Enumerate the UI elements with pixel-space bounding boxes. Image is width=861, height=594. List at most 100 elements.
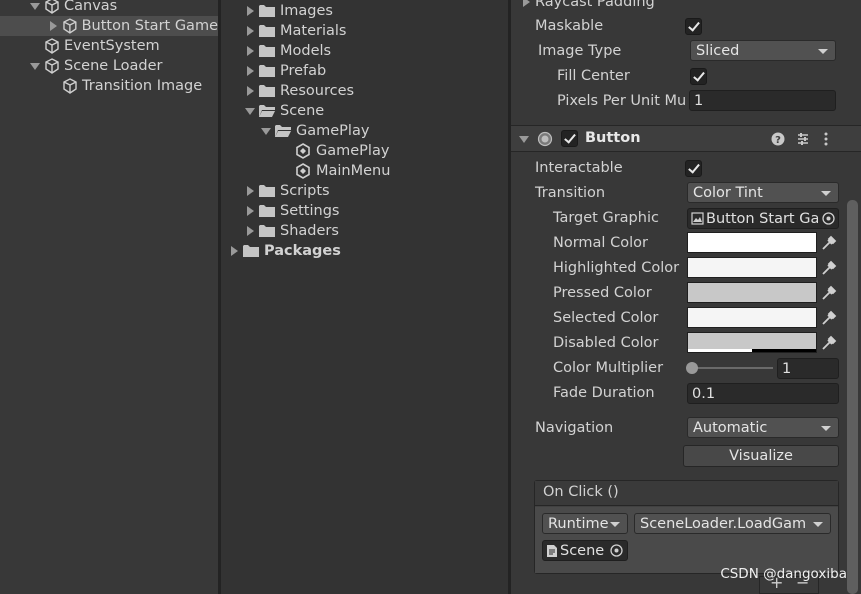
- ppu-multiplier-field[interactable]: 1: [689, 90, 836, 111]
- runtime-dropdown[interactable]: Runtime: [542, 513, 628, 534]
- disabled-color-swatch[interactable]: [687, 332, 817, 353]
- fade-duration-value: 0.1: [692, 385, 716, 402]
- project-item-label: Packages: [264, 243, 341, 259]
- expand-arrow-icon[interactable]: [245, 46, 255, 56]
- expand-arrow-icon[interactable]: [245, 6, 255, 16]
- maskable-checkbox[interactable]: [685, 18, 702, 35]
- folder-icon: [259, 205, 275, 217]
- folder-icon: [259, 65, 275, 77]
- project-folder-models[interactable]: Models: [245, 41, 331, 61]
- unity-scene-icon: [296, 163, 310, 179]
- gameobject-cube-icon: [45, 0, 59, 14]
- foldout-arrow-icon[interactable]: [521, 0, 531, 7]
- eyedropper-icon[interactable]: [819, 258, 839, 278]
- interactable-checkbox[interactable]: [685, 160, 702, 177]
- help-icon[interactable]: ?: [771, 132, 785, 146]
- target-graphic-field[interactable]: Button Start Ga: [687, 208, 839, 229]
- project-scene-gameplay[interactable]: GamePlay: [295, 141, 389, 161]
- hierarchy-item-scene-loader[interactable]: Scene Loader: [0, 56, 218, 76]
- maskable-label: Maskable: [535, 18, 604, 34]
- folder-icon: [259, 5, 275, 17]
- hierarchy-item-label: Button Start Game: [81, 18, 218, 34]
- ppu-multiplier-value: 1: [694, 92, 704, 109]
- inspector-panel: Raycast Padding Maskable Image Type Slic…: [511, 0, 861, 594]
- button-component-header[interactable]: Button ?: [511, 125, 861, 152]
- project-item-label: Scene: [280, 103, 325, 119]
- fill-center-checkbox[interactable]: [690, 68, 707, 85]
- project-folder-images[interactable]: Images: [245, 1, 333, 21]
- project-item-label: Settings: [280, 203, 340, 219]
- expand-arrow-icon[interactable]: [245, 186, 255, 196]
- folder-icon: [259, 25, 275, 37]
- eyedropper-icon[interactable]: [819, 233, 839, 253]
- folder-icon: [259, 225, 275, 237]
- more-options-icon[interactable]: [823, 132, 829, 146]
- pressed-color-swatch[interactable]: [687, 282, 817, 303]
- pressed-color-label: Pressed Color: [553, 285, 652, 301]
- selected-color-swatch[interactable]: [687, 307, 817, 328]
- eyedropper-icon[interactable]: [819, 283, 839, 303]
- expand-arrow-icon[interactable]: [245, 86, 255, 96]
- expand-arrow-icon[interactable]: [261, 126, 271, 136]
- watermark-text: CSDN @dangoxiba: [720, 566, 847, 582]
- expand-arrow-icon[interactable]: [245, 206, 255, 216]
- onclick-listener-row: Runtime SceneLoader.LoadGam Scene: [535, 507, 838, 573]
- folder-icon: [259, 85, 275, 97]
- project-folder-scripts[interactable]: Scripts: [245, 181, 330, 201]
- project-folder-gameplay[interactable]: GamePlay: [261, 121, 369, 141]
- transition-dropdown[interactable]: Color Tint: [687, 182, 839, 203]
- navigation-dropdown[interactable]: Automatic: [687, 417, 839, 438]
- hierarchy-item-label: Scene Loader: [64, 58, 163, 74]
- fade-duration-field[interactable]: 0.1: [687, 383, 839, 404]
- color-multiplier-slider-track[interactable]: [691, 367, 773, 369]
- button-enabled-checkbox[interactable]: [561, 130, 578, 147]
- expand-arrow-icon[interactable]: [48, 21, 58, 31]
- folder-icon: [259, 185, 275, 197]
- project-folder-materials[interactable]: Materials: [245, 21, 346, 41]
- project-folder-prefab[interactable]: Prefab: [245, 61, 326, 81]
- expand-arrow-icon[interactable]: [245, 66, 255, 76]
- eyedropper-icon[interactable]: [819, 308, 839, 328]
- raycast-padding-label[interactable]: Raycast Padding: [535, 0, 655, 10]
- expand-arrow-icon[interactable]: [30, 1, 40, 11]
- highlighted-color-swatch[interactable]: [687, 257, 817, 278]
- hierarchy-item-transition-image[interactable]: Transition Image: [0, 76, 218, 96]
- image-type-dropdown[interactable]: Sliced: [690, 40, 836, 61]
- project-folder-packages[interactable]: Packages: [229, 241, 341, 261]
- color-multiplier-slider-thumb[interactable]: [686, 362, 698, 374]
- expand-arrow-icon[interactable]: [245, 226, 255, 236]
- hierarchy-item-button-start-game[interactable]: Button Start Game: [0, 16, 218, 36]
- target-object-value: Scene: [560, 542, 604, 559]
- expand-arrow-icon[interactable]: [245, 26, 255, 36]
- foldout-arrow-icon[interactable]: [519, 134, 529, 144]
- target-graphic-value: Button Start Ga: [706, 210, 818, 227]
- target-object-field[interactable]: Scene: [542, 540, 628, 561]
- image-type-label: Image Type: [538, 43, 622, 59]
- eyedropper-icon[interactable]: [819, 333, 839, 353]
- expand-arrow-icon[interactable]: [245, 106, 255, 116]
- normal-color-swatch[interactable]: [687, 232, 817, 253]
- presets-sliders-icon[interactable]: [796, 132, 810, 146]
- project-folder-shaders[interactable]: Shaders: [245, 221, 339, 241]
- navigation-label: Navigation: [535, 420, 614, 436]
- gameobject-cube-icon: [63, 18, 77, 34]
- color-multiplier-label: Color Multiplier: [553, 360, 664, 376]
- project-item-label: GamePlay: [296, 123, 370, 139]
- object-picker-icon[interactable]: [610, 544, 623, 557]
- hierarchy-item-canvas[interactable]: Canvas: [0, 0, 218, 16]
- function-dropdown[interactable]: SceneLoader.LoadGam: [634, 513, 831, 534]
- visualize-button[interactable]: Visualize: [683, 445, 839, 467]
- object-picker-icon[interactable]: [822, 212, 835, 225]
- expand-arrow-icon[interactable]: [30, 61, 40, 71]
- project-folder-resources[interactable]: Resources: [245, 81, 354, 101]
- project-folder-scene[interactable]: Scene: [245, 101, 324, 121]
- expand-arrow-icon[interactable]: [229, 246, 239, 256]
- hierarchy-item-eventsystem[interactable]: EventSystem: [0, 36, 218, 56]
- project-folder-settings[interactable]: Settings: [245, 201, 339, 221]
- inspector-scrollbar[interactable]: [847, 200, 858, 594]
- color-multiplier-field[interactable]: 1: [777, 358, 839, 379]
- hierarchy-item-label: Canvas: [64, 0, 118, 14]
- project-panel: Images Materials Models Prefab Resources…: [221, 0, 508, 594]
- onclick-event-box: On Click () Runtime SceneLoader.LoadGam …: [534, 480, 839, 574]
- project-scene-mainmenu[interactable]: MainMenu: [295, 161, 390, 181]
